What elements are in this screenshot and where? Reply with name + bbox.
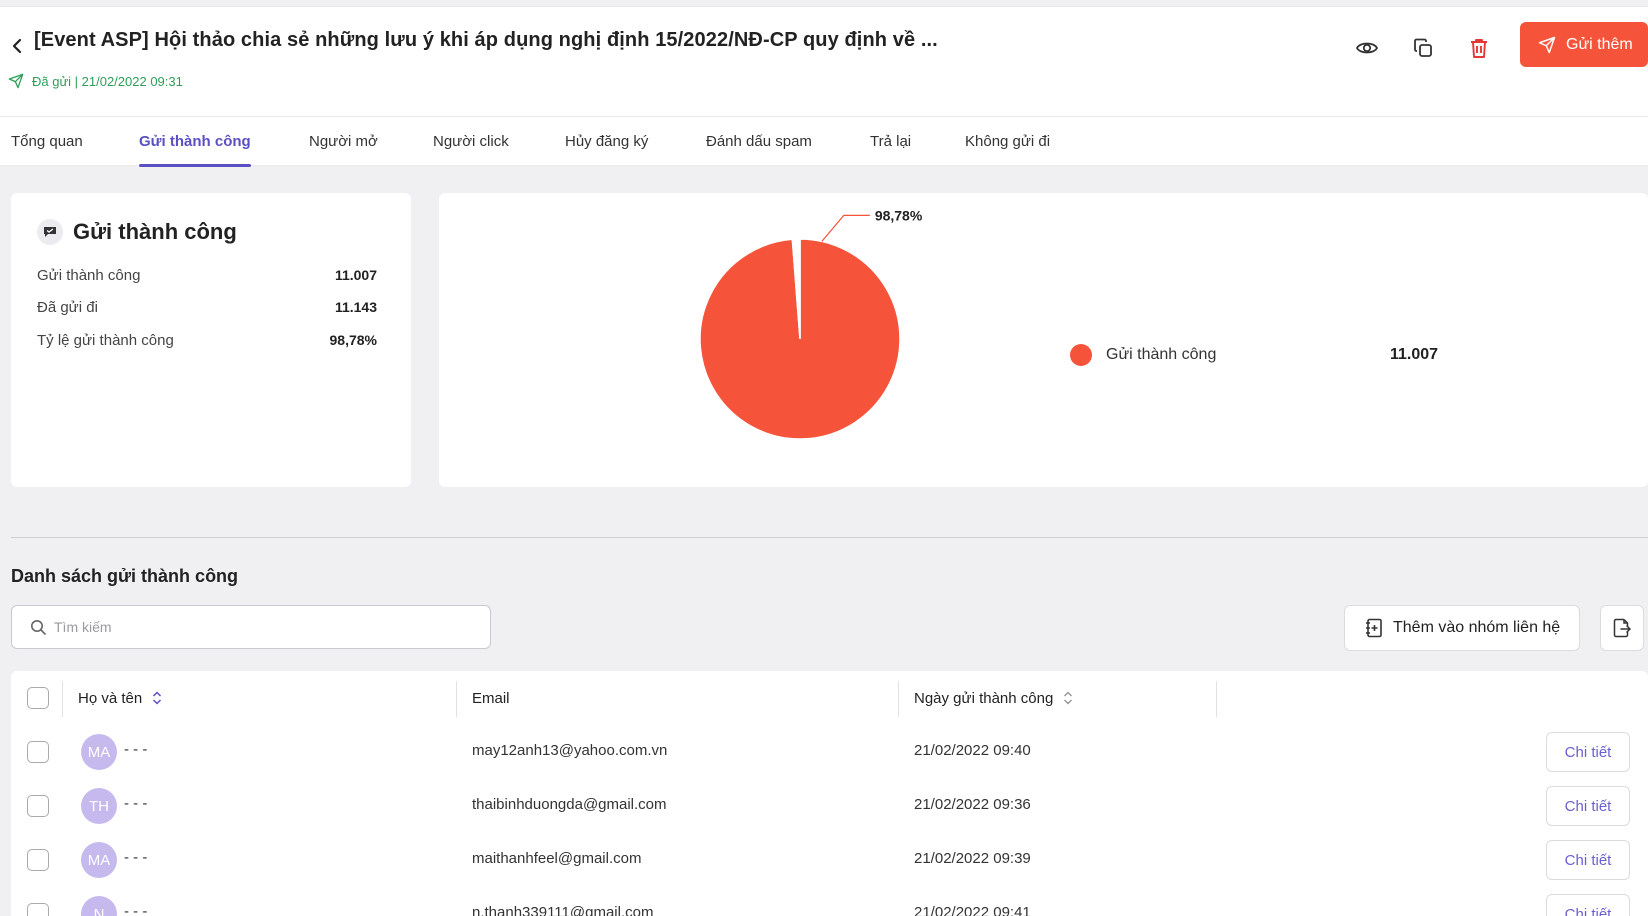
pie-annotation-label: 98,78%	[875, 207, 923, 223]
summary-value: 11.143	[334, 299, 377, 315]
tab-not-sent[interactable]: Không gửi đi	[965, 117, 1050, 166]
row-date: 21/02/2022 09:36	[914, 796, 1031, 813]
delete-button[interactable]	[1466, 35, 1492, 61]
detail-button[interactable]: Chi tiết	[1546, 894, 1630, 916]
sent-status: Đã gửi | 21/02/2022 09:31	[8, 73, 183, 89]
tab-overview[interactable]: Tổng quan	[11, 117, 83, 166]
send-icon	[1538, 36, 1556, 53]
preview-button[interactable]	[1354, 35, 1380, 61]
add-to-group-label: Thêm vào nhóm liên hệ	[1393, 619, 1561, 636]
row-name: - - -	[124, 741, 148, 758]
avatar: MA	[81, 842, 117, 878]
annotation-leader-line	[821, 214, 870, 242]
message-icon	[37, 219, 63, 245]
list-title: Danh sách gửi thành công	[11, 566, 239, 586]
row-date: 21/02/2022 09:41	[914, 904, 1031, 916]
chevron-left-icon	[12, 38, 22, 54]
column-divider	[62, 681, 63, 717]
tab-unsubscribed[interactable]: Hủy đăng ký	[565, 117, 648, 166]
column-header-date[interactable]: Ngày gửi thành công	[914, 671, 1073, 725]
avatar: N	[81, 896, 117, 916]
tab-spam[interactable]: Đánh dấu spam	[706, 117, 812, 166]
summary-value: 98,78%	[329, 332, 377, 348]
tab-opened[interactable]: Người mở	[309, 117, 378, 166]
column-divider	[898, 681, 899, 717]
section-divider	[11, 537, 1648, 538]
recipients-table: Họ và tên Email Ngày gửi thành công MA -…	[11, 671, 1648, 916]
row-email: may12anh13@yahoo.com.vn	[472, 742, 668, 759]
campaign-report-page: [Event ASP] Hội thảo chia sẻ những lưu ý…	[0, 0, 1648, 916]
legend-value: 11.007	[1390, 346, 1439, 363]
trash-icon	[1471, 39, 1487, 58]
send-icon	[8, 73, 24, 89]
tab-delivered[interactable]: Gửi thành công	[139, 117, 251, 167]
tab-bounced[interactable]: Trả lại	[870, 117, 911, 166]
eye-icon	[1356, 42, 1378, 54]
avatar: TH	[81, 788, 117, 824]
legend-swatch	[1070, 344, 1092, 366]
detail-button[interactable]: Chi tiết	[1546, 786, 1630, 826]
tab-clicked[interactable]: Người click	[433, 117, 509, 166]
column-header-email: Email	[472, 671, 510, 725]
duplicate-button[interactable]	[1410, 35, 1436, 61]
search-icon	[31, 620, 46, 635]
table-row: MA - - - may12anh13@yahoo.com.vn 21/02/2…	[11, 725, 1648, 779]
add-to-group-button[interactable]: Thêm vào nhóm liên hệ	[1344, 605, 1580, 651]
legend-label: Gửi thành công	[1106, 346, 1217, 363]
sort-icon	[1064, 691, 1073, 705]
column-header-email-label: Email	[472, 689, 510, 707]
column-header-name-label: Họ và tên	[78, 689, 143, 707]
back-button[interactable]	[8, 33, 26, 59]
export-icon	[1613, 618, 1631, 638]
row-email: thaibinhduongda@gmail.com	[472, 796, 667, 813]
send-more-button[interactable]: Gửi thêm	[1520, 22, 1648, 67]
column-divider	[456, 681, 457, 717]
avatar: MA	[81, 734, 117, 770]
copy-icon	[1414, 38, 1432, 57]
search-input[interactable]	[54, 619, 454, 635]
row-name: - - -	[124, 849, 148, 866]
detail-button[interactable]: Chi tiết	[1546, 732, 1630, 772]
summary-label: Tỷ lệ gửi thành công	[37, 332, 174, 349]
send-more-label: Gửi thêm	[1566, 35, 1633, 53]
row-name: - - -	[124, 903, 148, 916]
table-row: N - - - n.thanh339111@gmail.com 21/02/20…	[11, 887, 1648, 916]
summary-label: Gửi thành công	[37, 267, 141, 284]
row-email: n.thanh339111@gmail.com	[472, 904, 654, 916]
table-row: TH - - - thaibinhduongda@gmail.com 21/02…	[11, 779, 1648, 833]
column-header-name[interactable]: Họ và tên	[78, 671, 162, 725]
row-checkbox[interactable]	[27, 795, 49, 817]
row-email: maithanhfeel@gmail.com	[472, 850, 642, 867]
summary-label: Đã gửi đi	[37, 299, 98, 316]
page-header: [Event ASP] Hội thảo chia sẻ những lưu ý…	[0, 6, 1648, 116]
search-box[interactable]	[11, 605, 491, 649]
page-title: [Event ASP] Hội thảo chia sẻ những lưu ý…	[34, 29, 938, 51]
contact-book-icon	[1366, 618, 1382, 638]
detail-button[interactable]: Chi tiết	[1546, 840, 1630, 880]
row-date: 21/02/2022 09:39	[914, 850, 1031, 867]
summary-title-text: Gửi thành công	[73, 219, 237, 244]
chart-card: 98,78%	[439, 193, 1648, 487]
row-date: 21/02/2022 09:40	[914, 742, 1031, 759]
row-checkbox[interactable]	[27, 849, 49, 871]
select-all-checkbox[interactable]	[27, 687, 49, 709]
column-divider	[1216, 681, 1217, 717]
summary-row-rate: Tỷ lệ gửi thành công 98,78%	[37, 332, 377, 349]
report-tabs: Tổng quan Gửi thành công Người mở Người …	[0, 116, 1648, 167]
sort-icon	[153, 691, 162, 705]
table-row: MA - - - maithanhfeel@gmail.com 21/02/20…	[11, 833, 1648, 887]
row-checkbox[interactable]	[27, 741, 49, 763]
row-checkbox[interactable]	[27, 903, 49, 916]
summary-title: Gửi thành công	[37, 219, 237, 245]
sent-status-text: Đã gửi | 21/02/2022 09:31	[32, 73, 183, 89]
row-name: - - -	[124, 795, 148, 812]
pie-chart: 98,78%	[699, 207, 923, 440]
summary-value: 11.007	[334, 267, 377, 283]
column-header-date-label: Ngày gửi thành công	[914, 689, 1054, 707]
summary-card: Gửi thành công Gửi thành công 11.007 Đã …	[11, 193, 411, 487]
summary-row-delivered: Gửi thành công 11.007	[37, 267, 377, 284]
export-button[interactable]	[1600, 605, 1644, 651]
summary-row-sent: Đã gửi đi 11.143	[37, 299, 377, 316]
